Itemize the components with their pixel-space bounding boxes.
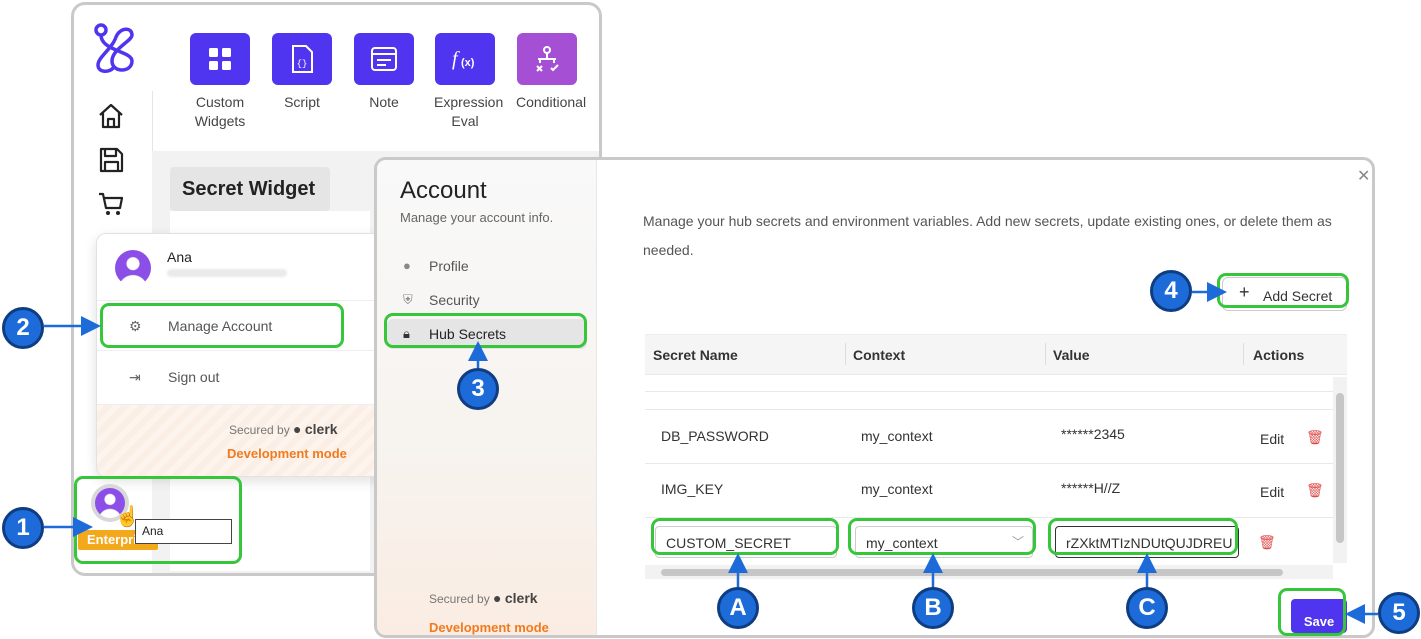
callout-badge-3: 3: [457, 368, 499, 410]
callout-badge-a: A: [717, 587, 759, 629]
callout-badge-4: 4: [1150, 270, 1192, 312]
callout-badge-c: C: [1126, 587, 1168, 629]
callout-badge-b: B: [912, 587, 954, 629]
callout-badge-2: 2: [2, 307, 44, 349]
callout-arrows: [44, 282, 1378, 624]
callout-badge-1: 1: [2, 507, 44, 549]
callout-badge-5: 5: [1378, 592, 1420, 634]
